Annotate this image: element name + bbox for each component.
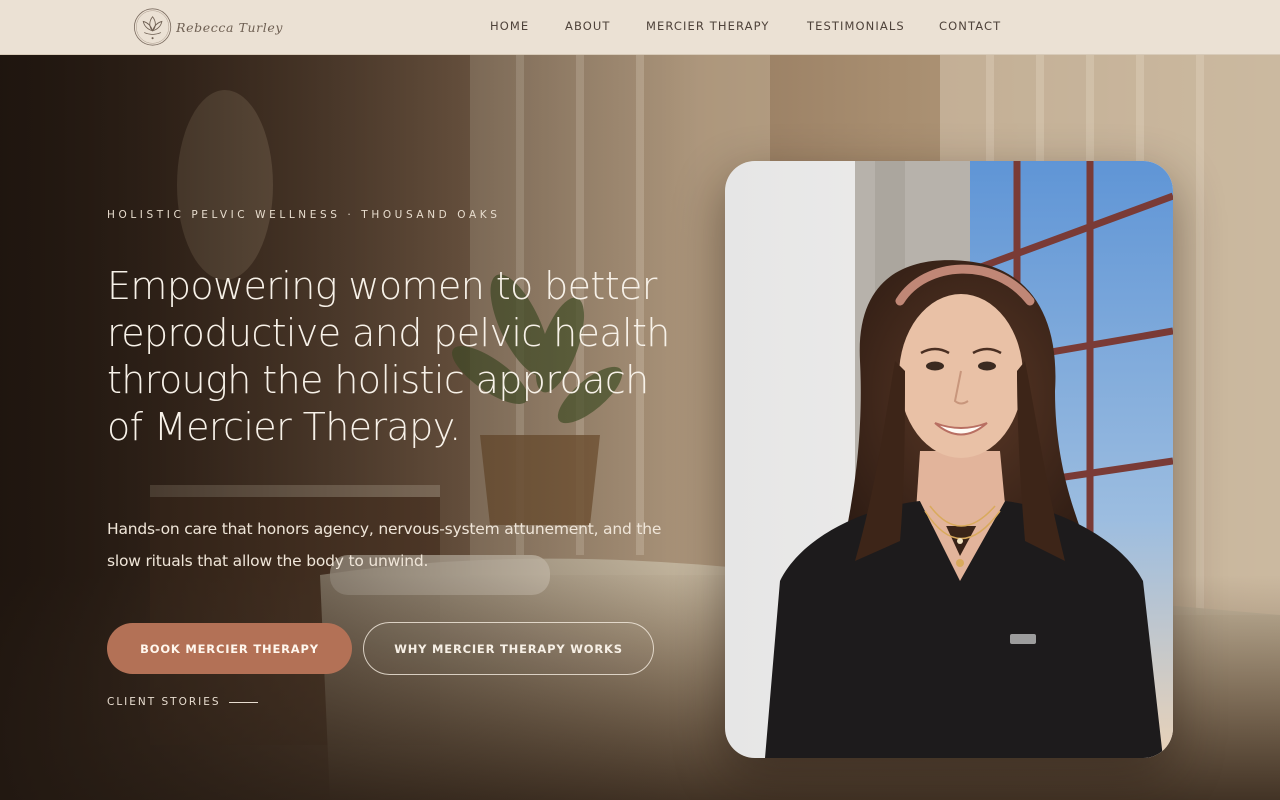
hero-headline: Empowering women to better reproductive … xyxy=(107,264,670,449)
nav-about[interactable]: ABOUT xyxy=(565,19,611,33)
site-header: Rebecca Turley HOME ABOUT MERCIER THERAP… xyxy=(0,0,1280,55)
nav-home[interactable]: HOME xyxy=(490,19,529,33)
hero-eyebrow: HOLISTIC PELVIC WELLNESS · THOUSAND OAKS xyxy=(107,209,501,221)
why-mercier-therapy-works-button[interactable]: WHY MERCIER THERAPY WORKS xyxy=(363,622,654,675)
practitioner-portrait xyxy=(725,161,1173,758)
hero-lede: Hands-on care that honors agency, nervou… xyxy=(107,520,662,570)
nav-contact[interactable]: CONTACT xyxy=(939,19,1001,33)
hero-section: HOLISTIC PELVIC WELLNESS · THOUSAND OAKS… xyxy=(0,55,1280,800)
nav-mercier-therapy[interactable]: MERCIER THERAPY xyxy=(646,19,769,33)
book-mercier-therapy-button[interactable]: BOOK MERCIER THERAPY xyxy=(107,623,352,674)
client-stories-label: CLIENT STORIES xyxy=(107,696,221,708)
client-stories-link[interactable]: CLIENT STORIES xyxy=(107,695,258,709)
main-nav: HOME ABOUT MERCIER THERAPY TESTIMONIALS … xyxy=(0,19,1280,37)
nav-testimonials[interactable]: TESTIMONIALS xyxy=(807,19,905,33)
stories-underline-divider xyxy=(228,701,258,703)
